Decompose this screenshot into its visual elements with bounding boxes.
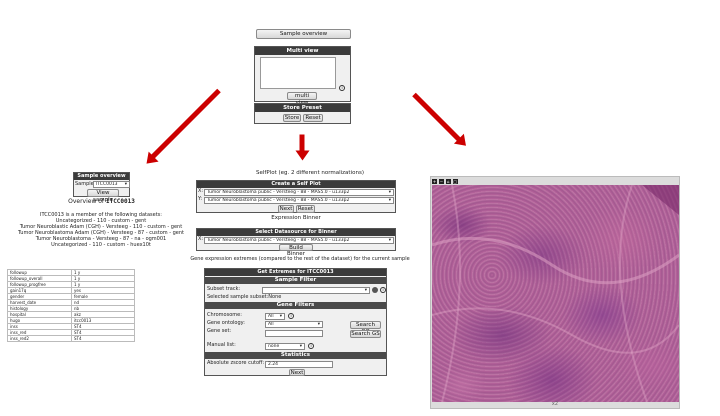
y-label: Y: [198,196,203,202]
extremes-caption: Gene expression extremes (compared to th… [190,256,410,262]
extremes-title: Get Extremes for ITCC0013 [205,269,386,276]
image-viewer: + − ⌂ ▢ x2 [430,176,680,409]
view-sample-button[interactable]: View sample [87,189,119,203]
binner-x-label: X: [198,236,204,242]
viewer-footer-label: x2 [551,401,559,407]
search-gs-button[interactable]: Search GS [350,330,381,338]
create-selfplot-title: Create a Self Plot [197,181,395,188]
x-label: X: [198,188,204,194]
multi-view-textarea[interactable] [260,57,336,89]
reset-button[interactable]: Reset [303,114,323,122]
multi-view-button[interactable]: multi view [287,92,317,106]
sample-label: Sample [75,181,94,187]
binner-panel: Select Datasource for Binner X: Tumor Ne… [196,228,396,257]
zscore-input[interactable]: 2.24 [265,361,333,368]
selfplot-next-button[interactable]: Next [278,205,294,213]
store-preset-panel: Store Preset Store Reset [254,103,351,124]
subset-label: Subset track: [207,286,241,292]
sample-filter-header: Sample Filter [205,277,386,284]
multi-view-panel: Multi view i multi view [254,46,351,106]
table-row: inss_red2 ST4 [7,335,135,342]
arrow-down [299,134,305,153]
attribute-value: ST4 [71,335,135,342]
build-binner-button[interactable]: Build Binner [279,244,313,257]
geneset-label: Gene set: [207,328,232,334]
manual-list-select[interactable]: none [265,343,305,350]
selfplot-reset-button[interactable]: Reset [296,205,315,213]
dataset-item[interactable]: Uncategorized - 110 - custom - huex10t [0,242,202,248]
create-selfplot-panel: Create a Self Plot X: Tumor Neuroblastom… [196,180,396,213]
binner-title: Select Datasource for Binner [197,229,395,236]
manual-list-label: Manual list: [207,342,236,348]
gene-filters-header: Gene Filters [205,302,386,309]
store-preset-title: Store Preset [255,104,350,112]
extremes-panel: Get Extremes for ITCC0013 Sample Filter … [204,268,387,376]
sample-select[interactable]: ITCC0013 [93,181,130,188]
manual-info-icon[interactable]: i [308,343,314,349]
attribute-name: inss_red2 [7,335,72,342]
multi-view-title: Multi view [255,47,350,55]
store-button[interactable]: Store [283,114,301,122]
binner-select[interactable]: Tumor Neuroblastoma public - Versteeg - … [204,237,394,244]
x-select[interactable]: Tumor Neuroblastoma public - Versteeg - … [204,189,394,196]
chromosome-label: Chromosome: [207,312,242,318]
search-go-button[interactable]: Search GO [350,321,381,335]
dataset-membership: ITCC0013 is a member of the following da… [0,212,202,248]
selfplot-caption: SelfPlot (eg. 2 different normalizations… [256,170,364,176]
overview-heading: Overview of ITCC0013 [68,198,135,205]
statistics-header: Statistics [205,352,386,359]
tissue-texture [432,185,679,402]
ontology-label: Gene ontology: [207,320,245,326]
arrow-right [412,92,462,143]
home-icon[interactable]: ⌂ [445,179,451,184]
info-icon[interactable]: i [339,85,345,91]
sample-overview-button[interactable]: Sample overview [256,29,351,39]
geneset-input[interactable] [265,330,323,337]
selected-subset-text: Selected sample subset:None [207,294,282,300]
sample-overview-panel: Sample overview Sample ITCC0013 View sam… [73,172,130,203]
y-select[interactable]: Tumor Neuroblastoma public - Versteeg - … [204,197,394,204]
zscore-label: Absolute zscore cutoff: [207,360,265,366]
chromosome-info-icon[interactable]: i [288,313,294,319]
subset-info-icon[interactable]: i [380,287,386,293]
viewer-toolbar: + − ⌂ ▢ [432,178,458,184]
arrow-left [150,88,221,160]
settings-icon[interactable] [372,287,378,293]
chromosome-select[interactable]: All [265,313,285,320]
extremes-next-button[interactable]: Next [289,369,305,376]
fullscreen-icon[interactable]: ▢ [452,179,458,184]
zoom-in-icon[interactable]: + [432,179,437,184]
attributes-table: followup 1 y followup_overall 1 y followup_p… [7,269,135,342]
binner-caption: Expression Binner [271,215,321,221]
subset-select[interactable] [262,287,370,294]
sample-overview-title: Sample overview [74,173,129,180]
ontology-select[interactable]: All [265,321,323,328]
histology-image[interactable] [432,185,679,402]
zoom-out-icon[interactable]: − [438,179,444,184]
